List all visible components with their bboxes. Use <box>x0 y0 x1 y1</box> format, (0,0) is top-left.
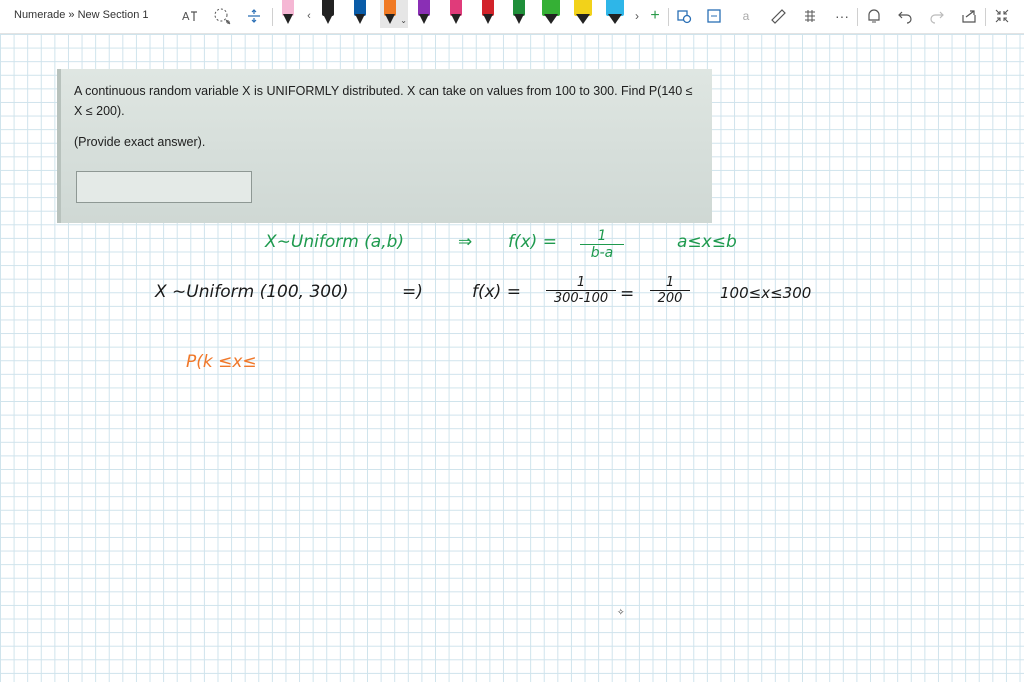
hw-fraction-denominator: b-a <box>590 245 614 261</box>
highlighter-green[interactable] <box>540 0 562 28</box>
toolbar-divider <box>985 8 986 26</box>
shapes-icon[interactable] <box>674 6 694 26</box>
top-toolbar: Numerade » New Section 1 A ‹ ⌄ › + a ··· <box>0 0 1024 34</box>
pen-blue[interactable] <box>352 0 368 28</box>
hw-fraction-numerator: 1 <box>665 275 675 290</box>
chevron-down-icon[interactable]: ⌄ <box>400 16 407 25</box>
pen-orange-selected[interactable]: ⌄ <box>380 0 408 28</box>
pen-red[interactable] <box>480 0 496 28</box>
ink-to-text-icon[interactable]: a <box>736 6 756 26</box>
highlighter-yellow[interactable] <box>572 0 594 28</box>
hw-implies-arrow-2: =) <box>402 282 423 302</box>
hw-fraction-denominator: 300-100 <box>553 291 609 306</box>
hw-support-general: a≤x≤b <box>677 232 737 252</box>
highlighter-cyan[interactable] <box>604 0 626 28</box>
pen-black[interactable] <box>320 0 336 28</box>
hw-fraction-denominator: 200 <box>657 291 683 306</box>
collapse-icon[interactable] <box>992 6 1012 26</box>
pen-pink[interactable] <box>280 0 296 28</box>
toolbar-divider <box>272 8 273 26</box>
text-select-icon[interactable]: A <box>180 6 200 26</box>
pen-magenta[interactable] <box>448 0 464 28</box>
breadcrumb[interactable]: Numerade » New Section 1 <box>14 9 149 21</box>
pen-cursor-icon: ✧ <box>617 607 625 617</box>
problem-screenshot: A continuous random variable X is UNIFOR… <box>57 69 712 223</box>
toolbar-divider <box>668 8 669 26</box>
hw-support-specific: 100≤x≤300 <box>720 284 812 302</box>
toolbar-divider <box>857 8 858 26</box>
hw-equals: = <box>620 284 635 304</box>
math-icon[interactable] <box>800 6 820 26</box>
chevron-left-icon[interactable]: ‹ <box>299 6 319 26</box>
pen-dark-green[interactable] <box>511 0 527 28</box>
hw-uniform-specific: X ∼Uniform (100, 300) <box>155 282 349 302</box>
ink-to-shape-icon[interactable] <box>704 6 724 26</box>
more-options-icon[interactable]: ··· <box>832 6 852 26</box>
pen-purple[interactable] <box>416 0 432 28</box>
undo-icon[interactable] <box>895 6 915 26</box>
insert-space-icon[interactable] <box>244 6 264 26</box>
redo-icon[interactable] <box>927 6 947 26</box>
hw-uniform-general: X∼Uniform (a,b) <box>265 232 405 252</box>
chevron-right-icon[interactable]: › <box>627 6 647 26</box>
hw-pdf-label-2: f(x) = <box>472 282 521 302</box>
share-icon[interactable] <box>959 6 979 26</box>
problem-hint: (Provide exact answer). <box>74 135 206 149</box>
problem-question: A continuous random variable X is UNIFOR… <box>74 84 693 118</box>
hw-pdf-label: f(x) = <box>508 232 557 252</box>
ruler-icon[interactable] <box>768 6 788 26</box>
hw-probability-partial: P(k ≤x≤ <box>186 352 257 372</box>
hw-implies-arrow: ⇒ <box>458 232 473 252</box>
lasso-select-icon[interactable] <box>212 6 232 26</box>
add-pen-icon[interactable]: + <box>645 6 665 26</box>
answer-input-box <box>76 171 252 203</box>
svg-text:A: A <box>182 10 190 23</box>
notification-icon[interactable] <box>864 6 884 26</box>
hw-fraction-general: 1 b-a <box>580 228 624 261</box>
hw-fraction-result: 1 200 <box>650 275 690 306</box>
hw-fraction-numerator: 1 <box>576 275 586 290</box>
hw-fraction-numerator: 1 <box>597 228 607 244</box>
hw-fraction-specific: 1 300-100 <box>546 275 616 306</box>
